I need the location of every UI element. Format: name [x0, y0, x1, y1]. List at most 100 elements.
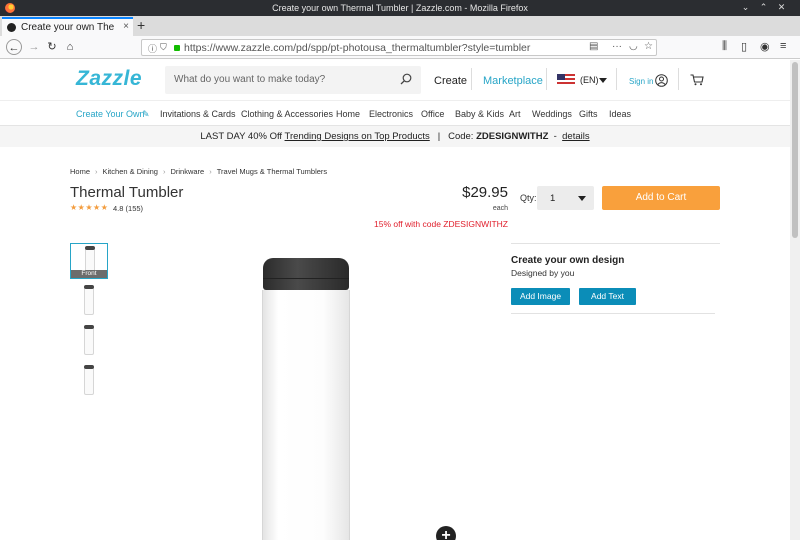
marketplace-link[interactable]: Marketplace [483, 75, 543, 87]
rating-summary[interactable]: 4.8 (155) [113, 204, 143, 213]
back-icon[interactable]: ← [6, 39, 22, 55]
nav-item-art[interactable]: Art [509, 109, 521, 119]
minimize-icon[interactable]: ⌄ [740, 2, 751, 13]
user-icon[interactable] [655, 74, 668, 87]
promo-lead: LAST DAY 40% Off [200, 131, 283, 142]
zazzle-logo[interactable]: Zazzle [76, 67, 142, 91]
nav-item-gifts[interactable]: Gifts [579, 109, 598, 119]
window-titlebar: Create your own Thermal Tumbler | Zazzle… [0, 0, 800, 16]
new-tab-button[interactable]: + [137, 17, 145, 33]
reload-icon[interactable]: ↻ [44, 39, 60, 55]
scrollbar-thumb[interactable] [792, 62, 798, 238]
lock-icon [174, 45, 180, 51]
cart-icon[interactable] [690, 74, 704, 86]
quantity-select[interactable]: 1 [537, 186, 594, 210]
promo-divider: | [432, 131, 446, 142]
nav-item-weddings[interactable]: Weddings [532, 109, 572, 119]
extension-icon[interactable]: ◉ [760, 40, 770, 53]
info-icon[interactable]: ⓘ [148, 42, 157, 55]
tumbler-thumbnail-image [84, 285, 94, 315]
search-icon[interactable] [400, 73, 412, 85]
breadcrumb-drinkware[interactable]: Drinkware [170, 167, 204, 176]
zazzle-favicon-icon [7, 23, 16, 32]
nav-item-invitations[interactable]: Invitations & Cards [160, 109, 236, 119]
thumbnail-view-3[interactable] [70, 323, 108, 359]
product-title: Thermal Tumbler [70, 184, 184, 201]
breadcrumb: Home › Kitchen & Dining › Drinkware › Travel M… [70, 167, 327, 176]
product-price: $29.95 [462, 184, 508, 201]
page-actions-icon[interactable]: ··· [612, 41, 622, 52]
rating-stars-icon[interactable]: ★★★★★ [70, 203, 108, 212]
us-flag-icon[interactable] [557, 74, 575, 86]
home-icon[interactable]: ⌂ [62, 39, 78, 55]
breadcrumb-tumblers[interactable]: Travel Mugs & Thermal Tumblers [217, 167, 327, 176]
tab-strip: Create your own The × + [0, 16, 800, 36]
designed-by: Designed by you [511, 268, 575, 278]
chevron-down-icon[interactable] [599, 78, 607, 83]
product-image[interactable] [261, 258, 351, 540]
add-to-cart-button[interactable]: Add to Cart [602, 186, 720, 210]
forward-icon[interactable]: → [26, 39, 42, 55]
divider [511, 243, 720, 244]
header-divider [678, 68, 679, 90]
category-nav: Create Your Own ✎ Invitations & Cards Cl… [0, 100, 790, 126]
tumbler-thumbnail-image [84, 325, 94, 355]
locale-selector[interactable]: (EN) [580, 75, 599, 85]
header-divider [471, 68, 472, 90]
nav-item-create-your-own[interactable]: Create Your Own [76, 109, 145, 119]
nav-item-office[interactable]: Office [421, 109, 444, 119]
rating-value: 4.8 [113, 204, 124, 213]
quantity-value: 1 [550, 193, 556, 204]
nav-item-home[interactable]: Home [336, 109, 360, 119]
header-divider [546, 68, 547, 90]
pocket-icon[interactable]: ◡ [629, 41, 638, 52]
add-image-button[interactable]: Add Image [511, 288, 570, 305]
promo-details-link[interactable]: details [562, 131, 589, 142]
quantity-label: Qty: [520, 193, 537, 203]
nav-item-baby-kids[interactable]: Baby & Kids [455, 109, 504, 119]
breadcrumb-separator-icon: › [162, 167, 166, 176]
thumbnail-view-4[interactable] [70, 363, 108, 399]
nav-item-electronics[interactable]: Electronics [369, 109, 413, 119]
search-input[interactable]: What do you want to make today? [165, 66, 421, 94]
nav-item-clothing[interactable]: Clothing & Accessories [241, 109, 333, 119]
create-link[interactable]: Create [434, 75, 467, 87]
tumbler-body [262, 290, 350, 540]
review-count: (155) [125, 204, 144, 213]
breadcrumb-kitchen[interactable]: Kitchen & Dining [103, 167, 158, 176]
url-text[interactable]: https://www.zazzle.com/pd/spp/pt-photous… [184, 42, 530, 54]
tab-close-icon[interactable]: × [123, 21, 129, 32]
tab-zazzle[interactable]: Create your own The × [2, 17, 133, 36]
sidebar-icon[interactable]: ▯ [741, 40, 747, 53]
tumbler-thumbnail-image [84, 365, 94, 395]
page-scrollbar[interactable] [790, 60, 800, 540]
page-content: Zazzle What do you want to make today? C… [0, 60, 790, 540]
promo-code: ZDESIGNWITHZ [476, 131, 549, 142]
bookmark-star-icon[interactable]: ☆ [644, 41, 653, 52]
library-icon[interactable]: ⫼ [722, 40, 727, 53]
chevron-down-icon [578, 196, 586, 201]
maximize-icon[interactable]: ⌃ [758, 2, 769, 13]
reader-view-icon[interactable]: ▤ [589, 41, 598, 52]
breadcrumb-separator-icon: › [209, 167, 212, 176]
close-window-icon[interactable]: ✕ [776, 2, 787, 13]
design-heading: Create your own design [511, 255, 625, 266]
sign-in-link[interactable]: Sign in [629, 77, 653, 86]
promo-link[interactable]: Trending Designs on Top Products [285, 131, 430, 142]
menu-icon[interactable]: ≡ [780, 40, 786, 52]
divider [511, 313, 715, 314]
url-bar[interactable]: ⓘ ⛉ https://www.zazzle.com/pd/spp/pt-pho… [141, 39, 657, 56]
thumbnail-view-2[interactable] [70, 283, 108, 319]
tumbler-lid [263, 258, 349, 290]
shield-icon[interactable]: ⛉ [160, 42, 167, 53]
zoom-icon[interactable]: + [436, 526, 456, 540]
url-path: /pd/spp/pt-photousa_thermaltumbler?style… [293, 42, 531, 54]
thumbnail-front[interactable]: Front [70, 243, 108, 279]
nav-item-ideas[interactable]: Ideas [609, 109, 631, 119]
promo-code-label: Code: [448, 131, 474, 142]
breadcrumb-home[interactable]: Home [70, 167, 90, 176]
add-text-button[interactable]: Add Text [579, 288, 636, 305]
search-placeholder: What do you want to make today? [174, 74, 326, 85]
thumbnail-label: Front [71, 270, 107, 278]
url-host: https://www.zazzle.com [184, 42, 294, 54]
